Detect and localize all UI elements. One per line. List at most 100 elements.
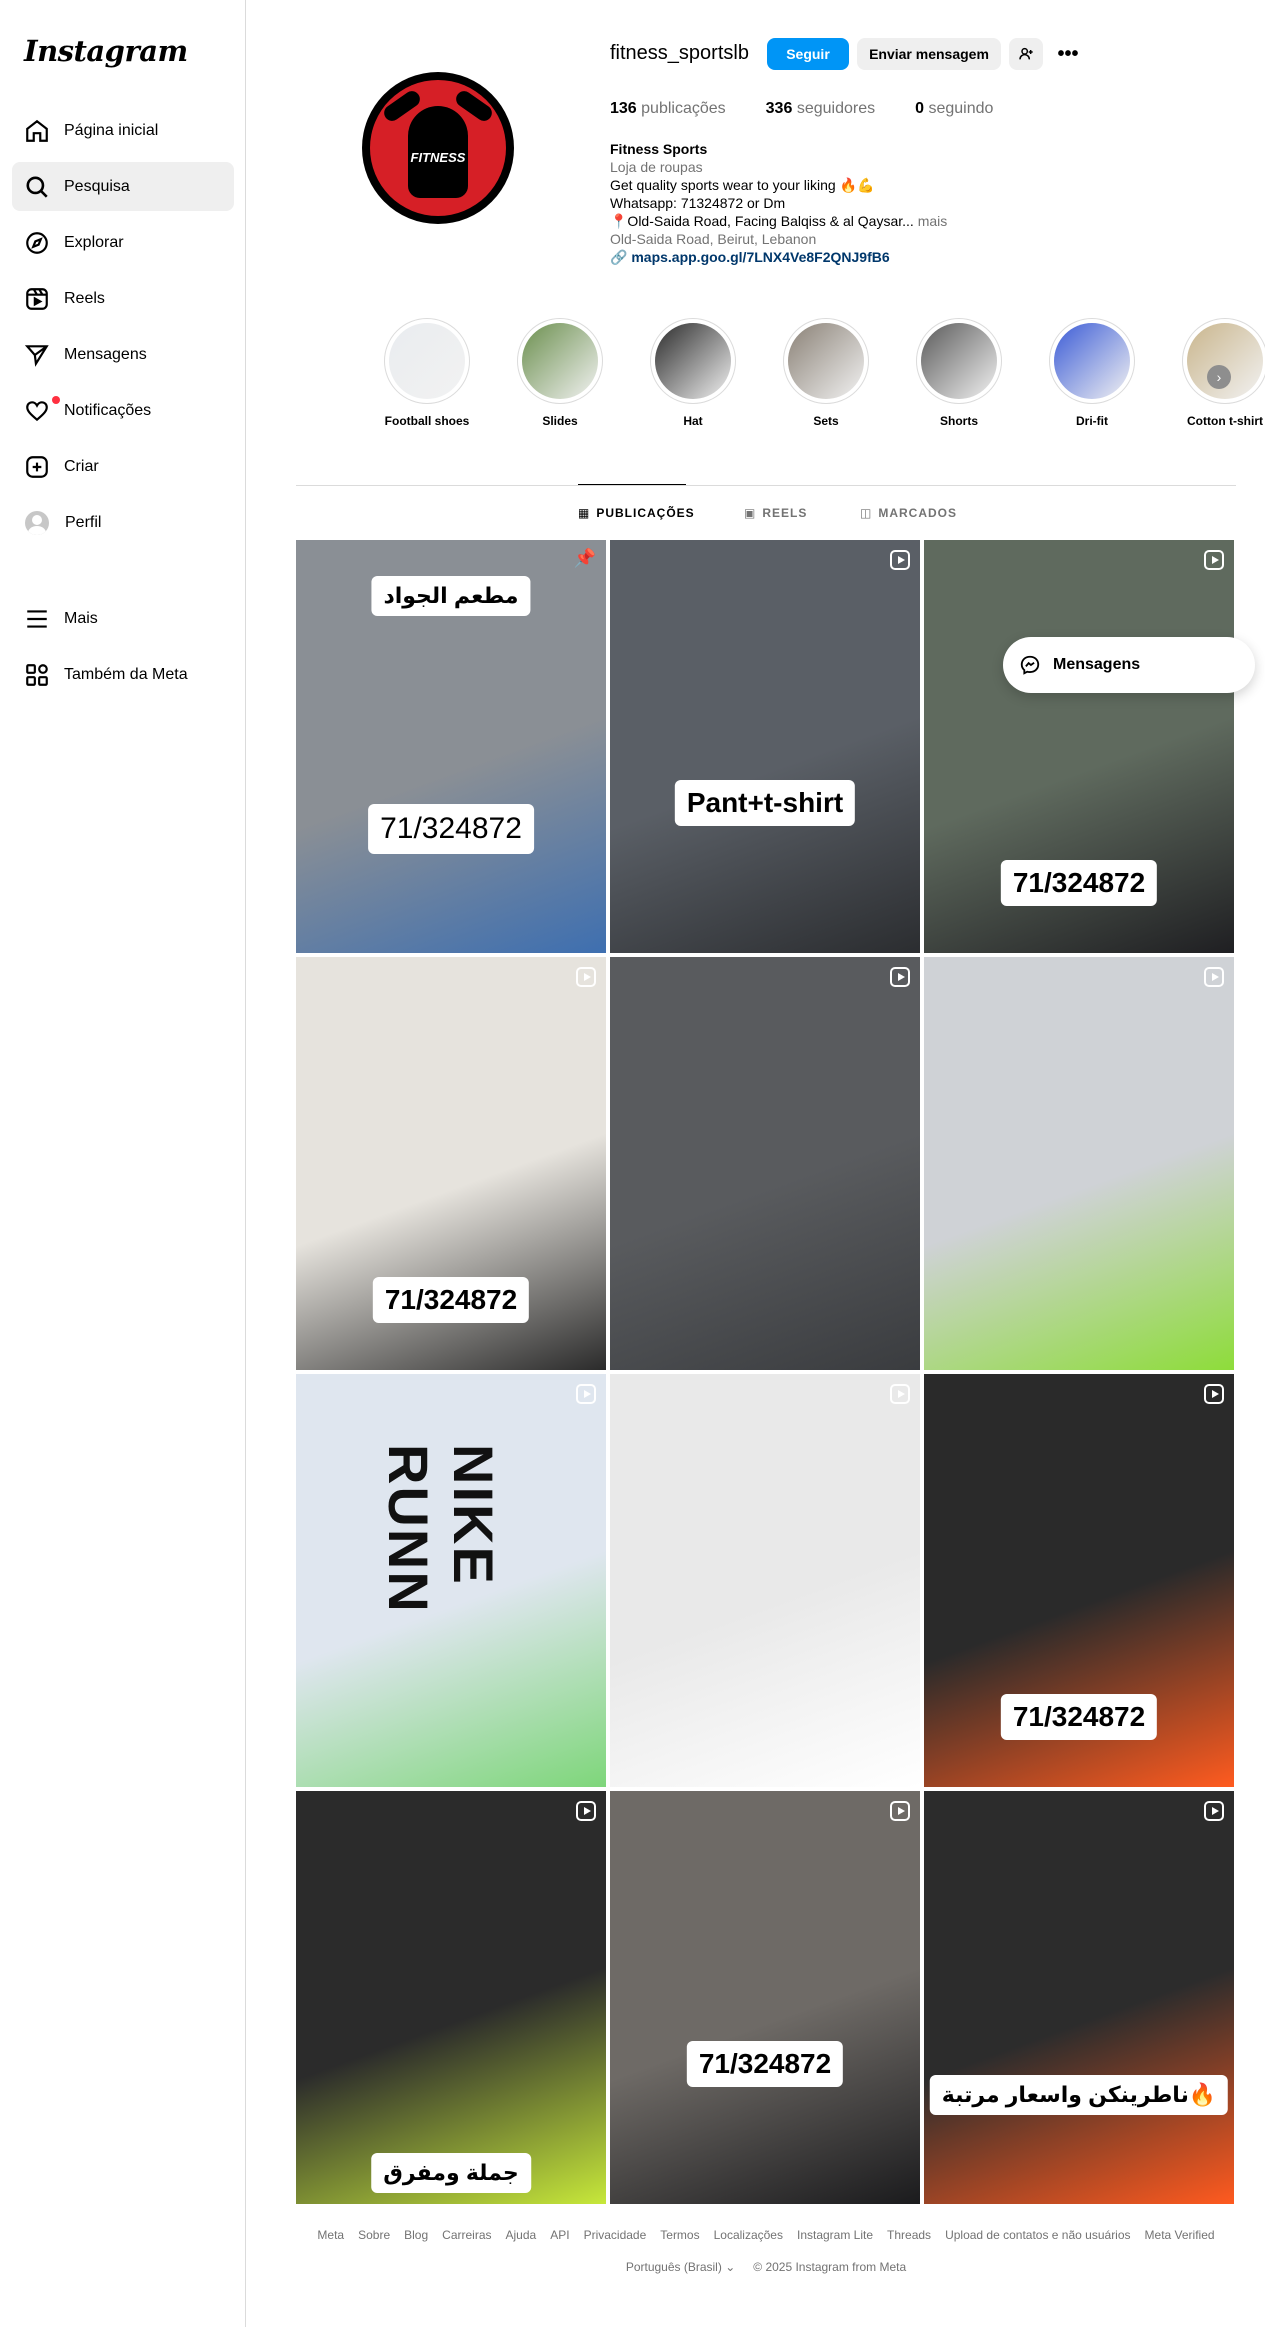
highlight-cover [1187, 323, 1263, 399]
sidebar-item-label: Reels [64, 289, 105, 307]
tabs-divider [296, 485, 1236, 486]
post-tile[interactable]: Pant+t-shirt [610, 540, 920, 953]
post-tile[interactable]: 71/324872 [296, 957, 606, 1370]
post-overlay-text: NIKE RUNN [377, 1444, 505, 1614]
posts-stat: 136 publicações [610, 100, 726, 117]
footer-link[interactable]: Instagram Lite [797, 2228, 873, 2242]
pin-icon: 📌 [573, 548, 596, 568]
sidebar-item-label: Criar [64, 457, 99, 475]
post-tile[interactable]: NIKE RUNN [296, 1374, 606, 1787]
post-tile[interactable]: 71/324872 [924, 1374, 1234, 1787]
sidebar-item-home[interactable]: Página inicial [12, 106, 234, 155]
highlight-item[interactable]: Hat [649, 318, 737, 428]
highlight-cover [389, 323, 465, 399]
tab-reels[interactable]: ▣ REELS [744, 498, 807, 528]
follow-button[interactable]: Seguir [767, 38, 849, 70]
post-tile[interactable]: 📌 مطعم الجواد 71/324872 [296, 540, 606, 953]
highlight-label: Shorts [939, 414, 978, 428]
highlights-next-icon[interactable]: › [1207, 365, 1231, 389]
sidebar-item-profile[interactable]: Perfil [12, 498, 234, 547]
post-tile[interactable]: جملة ومفرق [296, 1791, 606, 2204]
post-overlay-text: مطعم الجواد [371, 576, 531, 616]
highlight-label: Slides [542, 414, 578, 428]
bio-more-link[interactable]: mais [918, 213, 948, 229]
heart-icon [26, 400, 48, 421]
link-icon: 🔗 [610, 249, 628, 265]
grid-icon: ▦ [578, 506, 591, 520]
instagram-logo[interactable]: Instagram [24, 34, 188, 68]
add-user-icon [1019, 47, 1033, 60]
sidebar: Instagram Página inicial Pesquisa Explor… [0, 0, 246, 2327]
footer-link[interactable]: Sobre [358, 2228, 390, 2242]
footer-link[interactable]: Threads [887, 2228, 931, 2242]
reel-icon [576, 1801, 596, 1821]
highlight-item[interactable]: Sets [782, 318, 870, 428]
highlight-item[interactable]: Slides [516, 318, 604, 428]
footer-link[interactable]: API [550, 2228, 569, 2242]
post-tile[interactable] [610, 1374, 920, 1787]
profile-bio: Fitness Sports Loja de roupas Get qualit… [610, 140, 947, 266]
sidebar-item-label: Explorar [64, 233, 124, 251]
followers-stat[interactable]: 336 seguidores [766, 100, 875, 118]
language-selector[interactable]: Português (Brasil) ⌄ [626, 2260, 735, 2274]
bio-line: Get quality sports wear to your liking 🔥… [610, 177, 875, 193]
highlight-item[interactable]: Shorts [915, 318, 1003, 428]
post-tile[interactable]: 71/324872 [610, 1791, 920, 2204]
reel-icon [1204, 1384, 1224, 1404]
post-tile[interactable] [924, 957, 1234, 1370]
profile-address[interactable]: Old-Saida Road, Beirut, Lebanon [610, 230, 947, 248]
post-tile[interactable] [610, 957, 920, 1370]
post-tile[interactable]: ناطرينكن واسعار مرتبة🔥 [924, 1791, 1234, 2204]
sidebar-item-more[interactable]: Mais [12, 594, 234, 643]
apps-icon [26, 663, 48, 686]
compass-icon [26, 231, 48, 254]
footer-link[interactable]: Termos [660, 2228, 699, 2242]
bio-line: Whatsapp: 71324872 or Dm [610, 195, 786, 211]
profile-link[interactable]: 🔗 maps.app.goo.gl/7LNX4Ve8F2QNJ9fB6 [610, 248, 947, 266]
sidebar-item-label: Notificações [64, 401, 152, 419]
profile-stats: 136 publicações 336 seguidores 0 seguind… [610, 100, 993, 118]
highlight-cover [655, 323, 731, 399]
reel-icon [890, 1801, 910, 1821]
footer-link[interactable]: Localizações [714, 2228, 783, 2242]
tab-posts[interactable]: ▦ PUBLICAÇÕES [578, 498, 695, 528]
post-tile[interactable]: 71/324872 [924, 540, 1234, 953]
sidebar-item-create[interactable]: Criar [12, 442, 234, 491]
copyright: © 2025 Instagram from Meta [753, 2260, 907, 2274]
suggest-user-button[interactable] [1009, 38, 1043, 70]
post-overlay-text: 71/324872 [1000, 860, 1158, 906]
footer-link[interactable]: Meta Verified [1145, 2228, 1215, 2242]
sidebar-item-also-from-meta[interactable]: Também da Meta [12, 650, 234, 699]
footer-link[interactable]: Blog [404, 2228, 428, 2242]
more-options-icon[interactable]: ••• [1055, 42, 1081, 66]
footer: Meta Sobre Blog Carreiras Ajuda API Privacidad… [296, 2228, 1236, 2274]
reel-icon [890, 1384, 910, 1404]
profile-username: fitness_sportslb [610, 42, 749, 64]
highlight-cover [1054, 323, 1130, 399]
footer-link[interactable]: Upload de contatos e não usuários [945, 2228, 1130, 2242]
footer-link[interactable]: Privacidade [584, 2228, 647, 2242]
sidebar-item-search[interactable]: Pesquisa [12, 162, 234, 211]
sidebar-item-label: Mensagens [64, 345, 147, 363]
send-message-button[interactable]: Enviar mensagem [857, 38, 1001, 70]
sidebar-item-notifications[interactable]: Notificações [12, 386, 234, 435]
plus-square-icon [26, 455, 48, 478]
sidebar-item-messages[interactable]: Mensagens [12, 330, 234, 379]
profile-avatar[interactable]: FITNESS [362, 72, 514, 224]
reel-icon [1204, 967, 1224, 987]
following-stat[interactable]: 0 seguindo [915, 100, 993, 118]
floating-messages-button[interactable]: Mensagens [1003, 637, 1255, 693]
footer-link[interactable]: Ajuda [506, 2228, 537, 2242]
footer-link[interactable]: Carreiras [442, 2228, 491, 2242]
highlight-item[interactable]: Football shoes [383, 318, 471, 428]
highlight-label: Hat [683, 414, 703, 428]
sidebar-item-explore[interactable]: Explorar [12, 218, 234, 267]
footer-link[interactable]: Meta [317, 2228, 344, 2242]
sidebar-item-reels[interactable]: Reels [12, 274, 234, 323]
reel-icon [1204, 1801, 1224, 1821]
highlight-cover [921, 323, 997, 399]
highlight-item[interactable]: Dri-fit [1048, 318, 1136, 428]
notification-dot [52, 396, 60, 404]
tab-tagged[interactable]: ◫ MARCADOS [860, 498, 957, 528]
highlight-label: Dri-fit [1076, 414, 1108, 428]
